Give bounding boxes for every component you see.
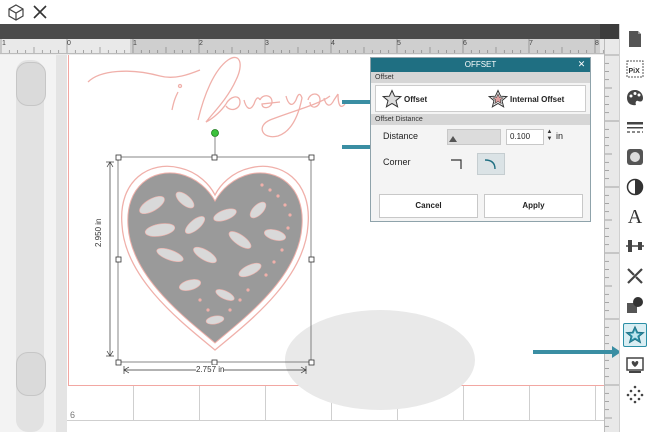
replicate-icon[interactable] bbox=[623, 264, 647, 288]
roller-top bbox=[16, 62, 46, 106]
dialog-title: OFFSET bbox=[464, 60, 497, 69]
pixscan-icon[interactable]: PiX bbox=[623, 57, 647, 81]
corner-label: Corner bbox=[383, 157, 411, 167]
trace-icon[interactable] bbox=[623, 145, 647, 169]
internal-offset-option[interactable]: Internal Offset bbox=[488, 89, 565, 108]
ruler-number: 8 bbox=[595, 40, 599, 47]
horizontal-ruler: 1 0 1 2 3 4 5 6 7 8 bbox=[0, 39, 604, 54]
apply-button[interactable]: Apply bbox=[484, 194, 583, 218]
distance-row: Distance 0.100 ▲ ▼ in bbox=[371, 125, 590, 149]
dots-icon[interactable] bbox=[623, 382, 647, 406]
ruler-number: 1 bbox=[2, 40, 6, 47]
corner-round-option[interactable] bbox=[477, 153, 505, 175]
corner-row: Corner bbox=[371, 149, 590, 179]
mat-row-number: 6 bbox=[70, 410, 76, 420]
dialog-title-bar[interactable]: OFFSET ✕ bbox=[371, 58, 590, 72]
round-corner-icon bbox=[484, 159, 496, 170]
silhouette-studio-window: 1 0 1 2 3 4 5 6 7 8 6 2.950 in 2.757 in … bbox=[0, 0, 648, 432]
distance-stepper[interactable]: ▲ ▼ bbox=[546, 129, 553, 145]
section-header-offset: Offset bbox=[371, 72, 590, 83]
corner-sharp-option[interactable] bbox=[443, 153, 471, 175]
offset-dialog: OFFSET ✕ Offset Offset Internal Offset O… bbox=[370, 57, 591, 222]
mat-grid-row bbox=[67, 420, 604, 421]
cut-border-left bbox=[68, 55, 69, 385]
close-icon[interactable]: ✕ bbox=[576, 59, 587, 70]
distance-unit: in bbox=[556, 131, 564, 141]
mat-grid bbox=[67, 386, 604, 432]
right-tool-panel: PiX A bbox=[619, 24, 648, 432]
ruler-number: 1 bbox=[133, 40, 137, 47]
document-tab-strip bbox=[0, 24, 619, 39]
distance-slider[interactable] bbox=[447, 129, 501, 145]
top-toolbar bbox=[0, 0, 648, 24]
cancel-button[interactable]: Cancel bbox=[379, 194, 478, 218]
roller-bottom bbox=[16, 352, 46, 396]
ruler-number: 7 bbox=[529, 40, 533, 47]
sharp-corner-icon bbox=[451, 159, 462, 169]
align-icon[interactable] bbox=[623, 234, 647, 258]
internal-offset-option-label: Internal Offset bbox=[510, 94, 565, 104]
distance-label: Distance bbox=[383, 131, 419, 141]
ruler-number: 2 bbox=[199, 40, 203, 47]
ruler-number: 0 bbox=[67, 40, 71, 47]
line-style-icon[interactable] bbox=[623, 116, 647, 140]
close-icon[interactable] bbox=[31, 3, 49, 21]
library-icon[interactable] bbox=[623, 353, 647, 377]
callout-arrow-distance bbox=[342, 141, 380, 153]
fill-icon[interactable] bbox=[623, 86, 647, 110]
distance-value-input[interactable]: 0.100 bbox=[506, 129, 544, 145]
panel-header-strip bbox=[600, 24, 619, 39]
width-dimension-label: 2.757 in bbox=[196, 365, 225, 374]
text-tool-glyph: A bbox=[627, 206, 643, 228]
star-internal-icon bbox=[488, 89, 508, 108]
offset-type-options: Offset Internal Offset bbox=[375, 85, 586, 112]
modify-icon[interactable] bbox=[623, 293, 647, 317]
svg-text:PiX: PiX bbox=[629, 68, 641, 75]
transparency-icon[interactable] bbox=[623, 175, 647, 199]
slider-thumb[interactable] bbox=[449, 136, 457, 142]
ruler-number: 5 bbox=[397, 40, 401, 47]
ruler-number: 3 bbox=[265, 40, 269, 47]
vertical-ruler bbox=[604, 39, 619, 432]
offset-option-label: Offset bbox=[404, 94, 428, 104]
page-setup-icon[interactable] bbox=[623, 27, 647, 51]
cube-icon[interactable] bbox=[7, 3, 25, 21]
height-dimension-label: 2.950 in bbox=[94, 218, 103, 247]
callout-arrow-offset-tool bbox=[533, 346, 621, 358]
ruler-number: 6 bbox=[463, 40, 467, 47]
callout-arrow-offset bbox=[342, 96, 380, 108]
offset-option[interactable]: Offset bbox=[382, 89, 428, 108]
ruler-number: 4 bbox=[331, 40, 335, 47]
star-outline-icon bbox=[382, 89, 402, 108]
section-header-distance: Offset Distance bbox=[371, 114, 590, 125]
text-icon[interactable]: A bbox=[623, 205, 647, 229]
offset-icon[interactable] bbox=[623, 323, 647, 347]
